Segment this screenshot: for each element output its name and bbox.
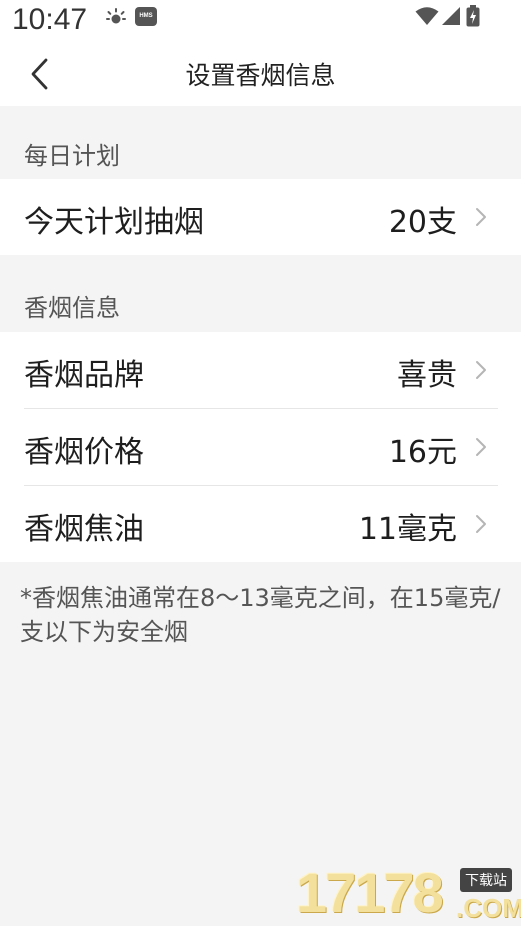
chevron-right-icon bbox=[476, 438, 486, 456]
daily-plan-card: 今天计划抽烟 20支 bbox=[0, 179, 521, 255]
row-value: 20支 bbox=[388, 205, 457, 240]
row-label: 香烟品牌 bbox=[24, 358, 144, 393]
hms-icon: HMS bbox=[135, 7, 157, 26]
row-label: 香烟焦油 bbox=[24, 512, 144, 547]
row-cigarette-tar[interactable]: 香烟焦油 11毫克 bbox=[0, 486, 521, 562]
battery-charging-icon bbox=[466, 5, 480, 27]
tar-note: *香烟焦油通常在8～13毫克之间，在15毫克/支以下为安全烟 bbox=[20, 584, 501, 646]
row-value: 16元 bbox=[388, 435, 457, 470]
sun-icon bbox=[106, 8, 126, 24]
row-label: 香烟价格 bbox=[24, 435, 144, 470]
wifi-icon bbox=[415, 7, 439, 25]
status-bar: 10:47 HMS bbox=[0, 0, 521, 44]
watermark-number: 17178 bbox=[296, 861, 444, 924]
watermark-suffix: .COM bbox=[456, 893, 521, 923]
section-title-cigarette-info: 香烟信息 bbox=[24, 294, 120, 322]
row-daily-planned-smokes[interactable]: 今天计划抽烟 20支 bbox=[0, 179, 521, 255]
signal-icon bbox=[442, 7, 460, 25]
chevron-right-icon bbox=[476, 361, 486, 379]
chevron-right-icon bbox=[476, 515, 486, 533]
row-value: 喜贵 bbox=[397, 358, 457, 393]
chevron-right-icon bbox=[476, 208, 486, 226]
watermark-tag: 下载站 bbox=[460, 868, 512, 892]
status-time: 10:47 bbox=[12, 3, 88, 36]
page-title: 设置香烟信息 bbox=[185, 61, 336, 90]
row-cigarette-brand[interactable]: 香烟品牌 喜贵 bbox=[0, 332, 521, 408]
row-value: 11毫克 bbox=[358, 512, 457, 547]
section-title-daily-plan: 每日计划 bbox=[24, 142, 120, 170]
row-label: 今天计划抽烟 bbox=[24, 205, 204, 240]
watermark-logo: 17178 下载站 .COM bbox=[296, 860, 521, 926]
cigarette-info-card: 香烟品牌 喜贵 香烟价格 16元 香烟焦油 11毫克 bbox=[0, 332, 521, 562]
app-header: 设置香烟信息 bbox=[0, 44, 521, 106]
row-cigarette-price[interactable]: 香烟价格 16元 bbox=[0, 409, 521, 485]
